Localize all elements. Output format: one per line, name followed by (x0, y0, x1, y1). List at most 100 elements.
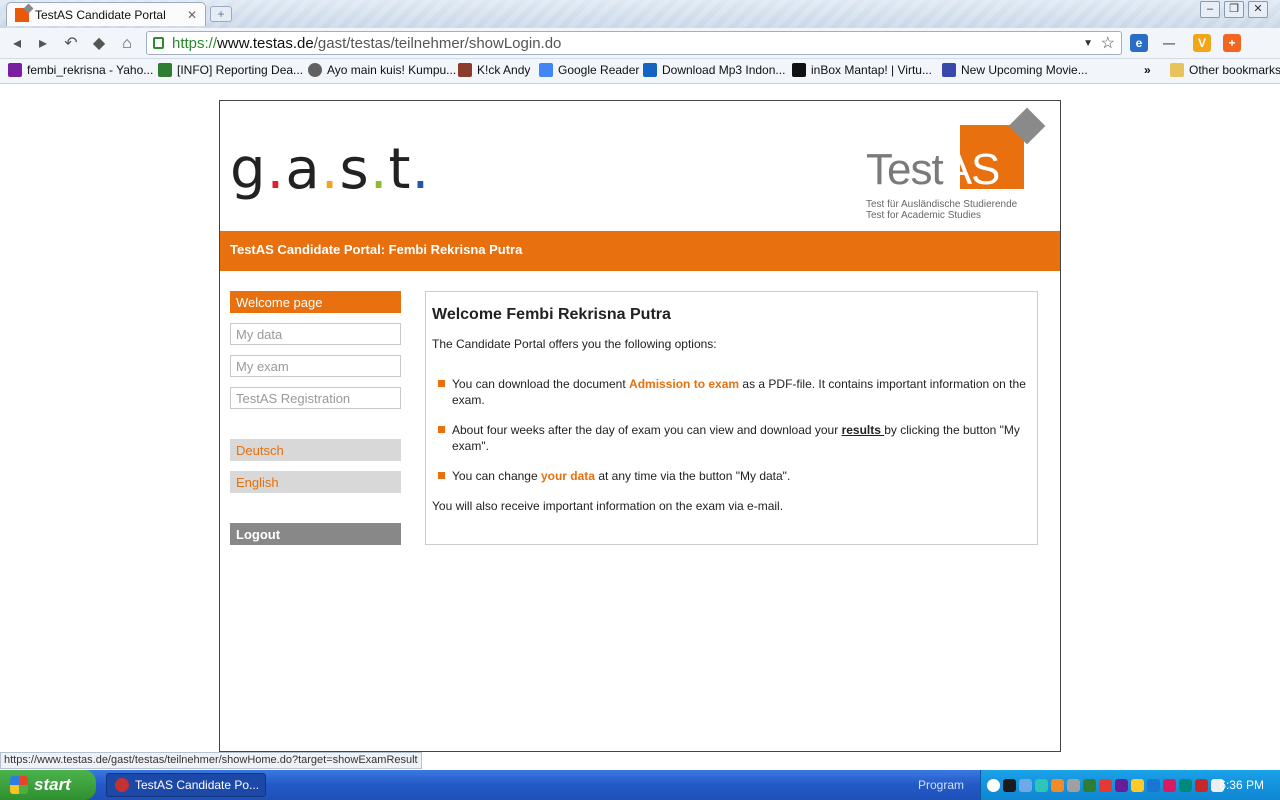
bookmark-item[interactable]: inBox Mantap! | Virtu... (792, 63, 932, 77)
ie-tab-icon[interactable]: e (1130, 34, 1148, 52)
list-item: You can download the document Admission … (436, 376, 1031, 408)
extension-v-icon[interactable]: V (1193, 34, 1211, 52)
gast-logo-dot-red: . (266, 137, 286, 202)
back-icon[interactable]: ◂ (6, 33, 28, 55)
reload-icon[interactable]: ↶ (60, 33, 82, 55)
omnibox-dropdown-icon[interactable]: ▼ (1083, 38, 1093, 49)
testas-logo-word: TestAS (866, 145, 1000, 195)
nav-testas-registration[interactable]: TestAS Registration (230, 387, 401, 409)
tray-app-icon[interactable] (1051, 778, 1064, 792)
tray-app-icon[interactable] (1163, 778, 1176, 792)
url-scheme: https:// (172, 34, 218, 52)
your-data-link[interactable]: your data (541, 469, 595, 483)
nav-welcome-page[interactable]: Welcome page (230, 291, 401, 313)
forum-icon (158, 63, 172, 77)
inbox-icon (792, 63, 806, 77)
gast-logo-a: a (285, 137, 321, 202)
address-bar[interactable]: https://www.testas.de/gast/testas/teilne… (146, 31, 1122, 55)
bookmarks-bar: fembi_rekrisna - Yaho... [INFO] Reportin… (0, 59, 1280, 84)
portal-banner: TestAS Candidate Portal: Fembi Rekrisna … (220, 231, 1060, 271)
new-tab-button[interactable]: + (210, 6, 232, 22)
bookmark-star-icon[interactable]: ☆ (1101, 33, 1115, 53)
portal-page: g.a.s.t. TestAS Test für Ausländische St… (219, 100, 1061, 752)
footer-note: You will also receive important informat… (432, 499, 784, 513)
other-bookmarks[interactable]: Other bookmarks (1170, 63, 1280, 77)
url-host: www.testas.de (217, 34, 314, 52)
browser-titlebar: TestAS Candidate Portal ✕ + – ❐ ✕ (0, 0, 1280, 28)
home-icon[interactable]: ⌂ (116, 33, 138, 55)
nav-lang-deutsch[interactable]: Deutsch (230, 439, 401, 461)
item3-text-pre: You can change (452, 469, 541, 483)
forward-icon[interactable]: ▸ (32, 33, 54, 55)
minimize-icon[interactable]: – (1200, 1, 1220, 18)
bookmark-item[interactable]: New Upcoming Movie... (942, 63, 1088, 77)
tab-close-icon[interactable]: ✕ (187, 8, 197, 22)
bookmark-item[interactable]: fembi_rekrisna - Yaho... (8, 63, 153, 77)
music-icon (643, 63, 657, 77)
browser-tab[interactable]: TestAS Candidate Portal ✕ (6, 2, 206, 26)
google-icon (539, 63, 553, 77)
extension-plus-icon[interactable]: + (1223, 34, 1241, 52)
tray-app-icon[interactable] (1003, 778, 1016, 792)
start-button[interactable]: start (0, 770, 96, 800)
bookmarks-overflow-icon[interactable]: » (1144, 63, 1151, 77)
yahoo-icon (8, 63, 22, 77)
bookmark-item[interactable]: Download Mp3 Indon... (643, 63, 785, 77)
side-navigation: Welcome page My data My exam TestAS Regi… (230, 291, 401, 555)
nav-my-exam[interactable]: My exam (230, 355, 401, 377)
taskbar-clock: 6:36 PM (1219, 778, 1264, 792)
bookmark-tool-icon[interactable]: ◆ (88, 33, 110, 55)
testas-logo-subtitle: Test für Ausländische Studierende Test f… (866, 199, 1017, 221)
extension-dash-icon[interactable]: — (1160, 34, 1178, 52)
browser-status-bar: https://www.testas.de/gast/testas/teilne… (0, 752, 422, 769)
window-controls: – ❐ ✕ (1200, 1, 1268, 18)
gast-logo-dot-blue: . (411, 137, 431, 202)
bookmark-label: K!ck Andy (477, 63, 531, 77)
tray-app-icon[interactable] (1083, 778, 1096, 792)
tray-app-icon[interactable] (1179, 778, 1192, 792)
tray-app-icon[interactable] (1067, 778, 1080, 792)
folder-icon (1170, 63, 1184, 77)
bookmark-item[interactable]: K!ck Andy (458, 63, 530, 77)
kickandy-icon (458, 63, 472, 77)
tray-app-icon[interactable] (1099, 778, 1112, 792)
welcome-heading: Welcome Fembi Rekrisna Putra (432, 306, 671, 323)
tray-app-icon[interactable] (1115, 778, 1128, 792)
bookmark-item[interactable]: [INFO] Reporting Dea... (158, 63, 303, 77)
bookmark-label: [INFO] Reporting Dea... (177, 63, 304, 77)
gast-logo: g.a.s.t. (230, 137, 430, 202)
nav-my-data[interactable]: My data (230, 323, 401, 345)
tab-title: TestAS Candidate Portal (35, 7, 166, 22)
admission-to-exam-link[interactable]: Admission to exam (629, 377, 739, 391)
globe-icon (308, 63, 322, 77)
other-bookmarks-label: Other bookmarks (1189, 63, 1280, 77)
bookmark-label: New Upcoming Movie... (961, 63, 1088, 77)
options-list: You can download the document Admission … (436, 376, 1031, 484)
tray-expand-icon[interactable] (987, 778, 1000, 792)
close-window-icon[interactable]: ✕ (1248, 1, 1268, 18)
bookmark-label: fembi_rekrisna - Yaho... (27, 63, 154, 77)
tray-network-icon[interactable] (1019, 778, 1032, 792)
gast-logo-dot-yellow: . (320, 137, 340, 202)
bookmark-item[interactable]: Google Reader (539, 63, 639, 77)
tray-app-icon[interactable] (1131, 778, 1144, 792)
logout-button[interactable]: Logout (230, 523, 401, 545)
gast-logo-g: g (230, 137, 267, 202)
tray-app-icon[interactable] (1035, 778, 1048, 792)
testas-word-test: Test (866, 145, 944, 194)
maximize-icon[interactable]: ❐ (1224, 1, 1244, 18)
testas-sub-english: Test for Academic Studies (866, 210, 982, 221)
film-icon (942, 63, 956, 77)
system-tray: 6:36 PM (980, 770, 1280, 800)
orange-bullet-icon (438, 472, 445, 479)
results-link[interactable]: results (842, 423, 885, 437)
testas-logo: TestAS Test für Ausländische Studierende… (866, 107, 1052, 229)
nav-lang-english[interactable]: English (230, 471, 401, 493)
tray-app-icon[interactable] (1195, 778, 1208, 792)
taskbar-item-browser[interactable]: TestAS Candidate Po... (106, 773, 266, 797)
testas-favicon-icon (15, 7, 29, 22)
tray-app-icon[interactable] (1147, 778, 1160, 792)
bookmark-item[interactable]: Ayo main kuis! Kumpu... (308, 63, 456, 77)
chrome-icon (115, 778, 129, 792)
